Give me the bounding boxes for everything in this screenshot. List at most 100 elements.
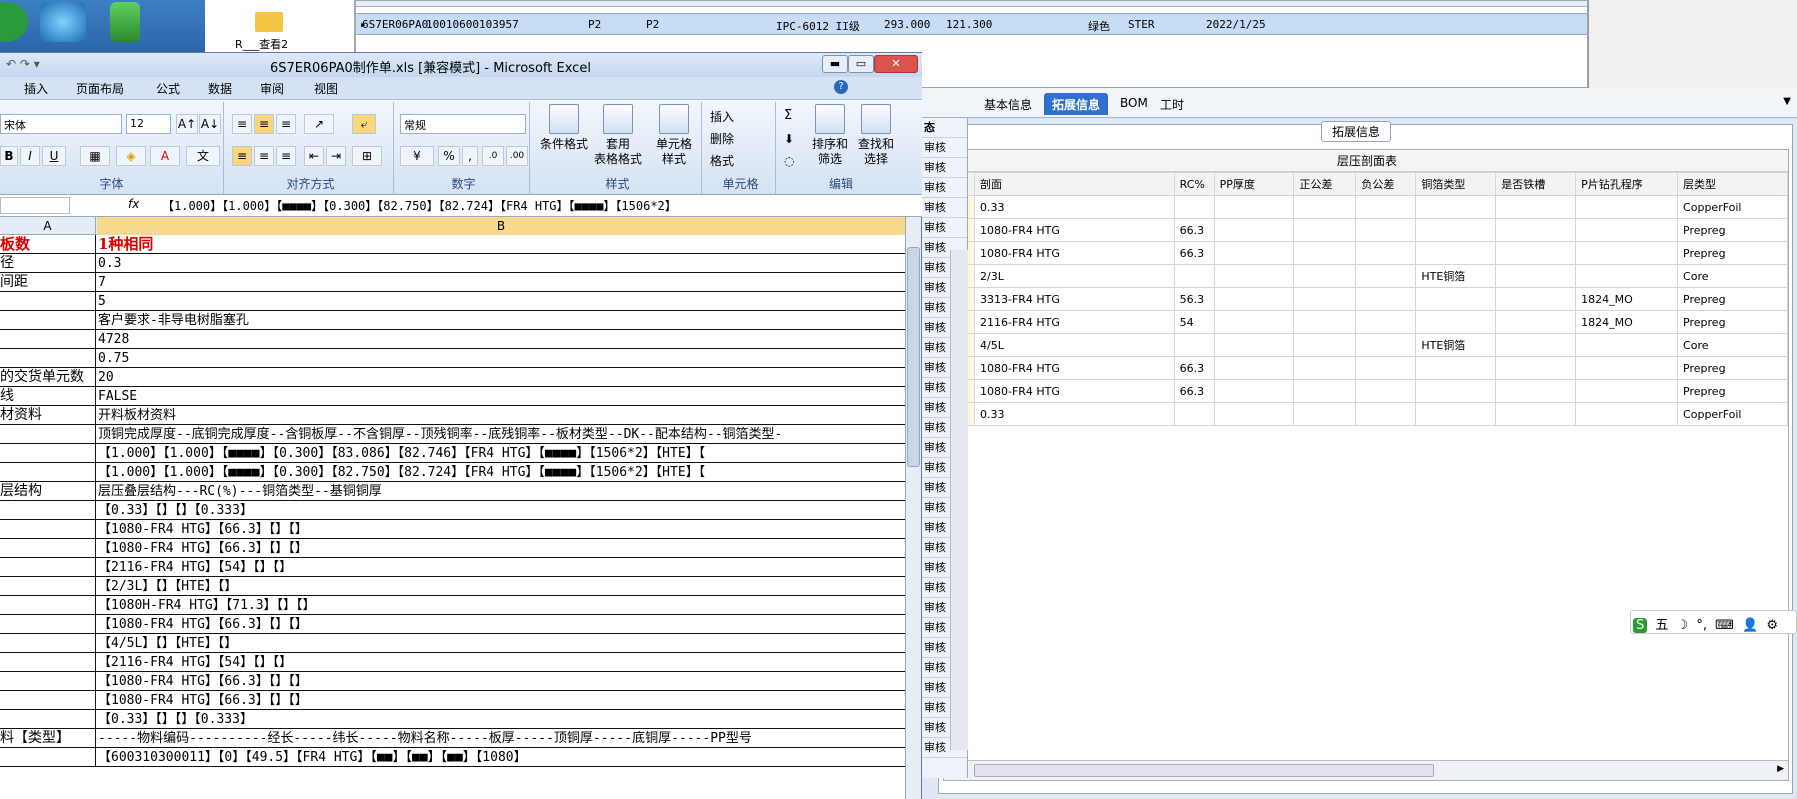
- layer-cell[interactable]: [1495, 356, 1577, 380]
- layer-cell[interactable]: [1575, 333, 1679, 357]
- column-a-header[interactable]: A: [0, 217, 96, 235]
- phonetic-icon[interactable]: 文: [186, 146, 220, 166]
- tab-page-layout[interactable]: 页面布局: [76, 80, 124, 97]
- cell-b[interactable]: 4728: [98, 330, 905, 349]
- layer-cell[interactable]: [1213, 195, 1295, 219]
- cell-part-no[interactable]: 10010600103957: [426, 18, 519, 31]
- cell-a[interactable]: [0, 710, 96, 729]
- layer-cell[interactable]: [1355, 379, 1417, 403]
- layer-cell[interactable]: [1495, 379, 1577, 403]
- cell-b[interactable]: 【1080H-FR4 HTG】【71.3】【】【】: [98, 596, 905, 615]
- audit-cell[interactable]: 审核: [922, 178, 967, 198]
- layer-cell[interactable]: [1213, 241, 1295, 265]
- col-layer-type[interactable]: 层类型: [1677, 172, 1788, 196]
- audit-cell[interactable]: 审核: [922, 138, 967, 158]
- layer-cell[interactable]: [1293, 333, 1357, 357]
- conditional-format-button[interactable]: 条件格式: [538, 104, 590, 152]
- insert-cells-button[interactable]: 插入: [710, 108, 734, 125]
- col-rc[interactable]: RC%: [1173, 172, 1215, 196]
- layer-cell[interactable]: [1293, 241, 1357, 265]
- folder-icon[interactable]: [255, 12, 283, 32]
- cell-a[interactable]: [0, 311, 96, 330]
- cell-a[interactable]: 层结构: [0, 482, 96, 501]
- bold-button[interactable]: B: [0, 146, 18, 166]
- align-left-icon[interactable]: ≡: [232, 146, 252, 166]
- layer-cell[interactable]: [1415, 310, 1497, 334]
- sheet-row[interactable]: 0.75: [0, 349, 905, 368]
- increase-decimal-icon[interactable]: .0: [482, 146, 504, 166]
- cell-a[interactable]: [0, 577, 96, 596]
- layer-cell[interactable]: [1173, 402, 1215, 426]
- layer-cell[interactable]: 1080-FR4 HTG: [973, 241, 1175, 265]
- cell-size-b[interactable]: 121.300: [946, 18, 992, 31]
- align-bottom-icon[interactable]: ≡: [276, 114, 296, 134]
- order-grid-selected-row[interactable]: ▸ 6S7ER06PA0 10010600103957 P2 P2 IPC-60…: [356, 13, 1587, 35]
- cell-a[interactable]: [0, 634, 96, 653]
- layer-row[interactable]: 081080-FR4 HTG66.3Prepreg: [944, 356, 1788, 380]
- align-top-icon[interactable]: ≡: [232, 114, 252, 134]
- grow-font-icon[interactable]: A↑: [176, 114, 198, 134]
- cell-b[interactable]: 【0.33】【】【】【0.333】: [98, 501, 905, 520]
- audit-cell[interactable]: 审核: [922, 198, 967, 218]
- help-icon[interactable]: ?: [834, 80, 848, 94]
- cell-b[interactable]: 【1.000】【1.000】【■■■■】【0.300】【82.750】【82.7…: [98, 463, 905, 482]
- col-foil-type[interactable]: 铜箔类型: [1415, 172, 1497, 196]
- audit-header[interactable]: 态: [922, 118, 967, 138]
- layer-cell[interactable]: [1213, 356, 1295, 380]
- layer-cell[interactable]: 1824_MO: [1575, 310, 1679, 334]
- formula-input[interactable]: 【1.000】【1.000】【■■■■】【0.300】【82.750】【82.7…: [162, 197, 677, 214]
- cell-a[interactable]: 材资料: [0, 406, 96, 425]
- sheet-row[interactable]: 【1080-FR4 HTG】【66.3】【】【】: [0, 615, 905, 634]
- cell-b[interactable]: 【1080-FR4 HTG】【66.3】【】【】: [98, 672, 905, 691]
- number-format-select[interactable]: 常规: [400, 114, 526, 134]
- layer-row[interactable]: 053313-FR4 HTG56.31824_MOPrepreg: [944, 287, 1788, 311]
- layer-cell[interactable]: [1293, 402, 1357, 426]
- layer-cell[interactable]: [1575, 356, 1679, 380]
- fill-icon[interactable]: ⬇: [784, 132, 794, 146]
- layer-cell[interactable]: Prepreg: [1677, 356, 1788, 380]
- audit-scrollbar[interactable]: [950, 250, 968, 750]
- layer-row[interactable]: 074/5LHTE铜箔Core: [944, 333, 1788, 357]
- font-color-icon[interactable]: A: [150, 146, 180, 166]
- layer-cell[interactable]: [1495, 241, 1577, 265]
- layer-cell[interactable]: [1293, 356, 1357, 380]
- close-button[interactable]: ✕: [874, 55, 918, 73]
- layer-cell[interactable]: [1293, 287, 1357, 311]
- layer-row[interactable]: 010.33CopperFoil: [944, 195, 1788, 219]
- worksheet[interactable]: 板数 1种相同径 0.3 间距 7 5 客户要求-非导电树脂塞孔 4728 0.75 的交货单元数…: [0, 235, 905, 799]
- sheet-row[interactable]: 料【类型】 -----物料编码----------经长-----纬长-----物料…: [0, 729, 905, 748]
- cell-a[interactable]: [0, 672, 96, 691]
- layer-cell[interactable]: Prepreg: [1677, 310, 1788, 334]
- layer-row[interactable]: 031080-FR4 HTG66.3Prepreg: [944, 241, 1788, 265]
- cell-b[interactable]: 【2116-FR4 HTG】【54】【】【】: [98, 558, 905, 577]
- decrease-decimal-icon[interactable]: .00: [506, 146, 528, 166]
- cell-b[interactable]: 0.75: [98, 349, 905, 368]
- sheet-row[interactable]: 的交货单元数 20: [0, 368, 905, 387]
- cell-a[interactable]: 径: [0, 254, 96, 273]
- clear-icon[interactable]: ◌: [784, 154, 794, 168]
- cell-b[interactable]: 7: [98, 273, 905, 292]
- orientation-icon[interactable]: ↗: [304, 114, 334, 134]
- shrink-font-icon[interactable]: A↓: [199, 114, 221, 134]
- folder-label[interactable]: R___查看2: [235, 36, 288, 52]
- wrap-text-icon[interactable]: ⤶: [352, 114, 376, 134]
- sheet-row[interactable]: 【0.33】【】【】【0.333】: [0, 710, 905, 729]
- layer-cell[interactable]: 66.3: [1173, 356, 1215, 380]
- layer-cell[interactable]: [1495, 333, 1577, 357]
- layer-cell[interactable]: [1355, 218, 1417, 242]
- cell-b[interactable]: FALSE: [98, 387, 905, 406]
- sheet-row[interactable]: 材资料 开料板材资料: [0, 406, 905, 425]
- sheet-row[interactable]: 【1080-FR4 HTG】【66.3】【】【】: [0, 691, 905, 710]
- quick-access-icon[interactable]: ↶ ↷ ▾: [6, 57, 40, 71]
- layer-cell[interactable]: [1213, 333, 1295, 357]
- horizontal-scroll-thumb[interactable]: [974, 764, 1434, 777]
- name-box[interactable]: [0, 197, 70, 214]
- audit-cell[interactable]: 审核: [922, 158, 967, 178]
- cell-b[interactable]: 20: [98, 368, 905, 387]
- layer-cell[interactable]: [1293, 218, 1357, 242]
- desktop-app-icon[interactable]: [0, 2, 28, 42]
- layer-cell[interactable]: 0.33: [973, 195, 1175, 219]
- maximize-button[interactable]: ▭: [848, 55, 874, 73]
- layer-cell[interactable]: [1575, 264, 1679, 288]
- tab-basic-info[interactable]: 基本信息: [976, 93, 1040, 115]
